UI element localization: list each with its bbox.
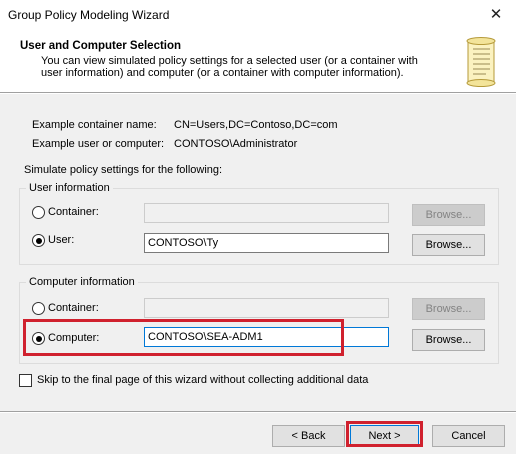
example-user-value: CONTOSO\Administrator	[174, 138, 298, 150]
computer-container-label: Container:	[48, 302, 99, 314]
user-container-browse-button: Browse...	[412, 204, 485, 226]
computer-container-radio[interactable]	[32, 302, 45, 315]
window-title: Group Policy Modeling Wizard	[8, 8, 170, 22]
user-radio[interactable]	[32, 234, 45, 247]
simulate-label: Simulate policy settings for the followi…	[24, 164, 223, 176]
example-container-label: Example container name:	[32, 119, 157, 131]
page-description: You can view simulated policy settings f…	[41, 55, 418, 79]
page-title: User and Computer Selection	[20, 40, 182, 52]
title-bar: Group Policy Modeling Wizard ✕	[0, 0, 516, 31]
computer-radio-label: Computer:	[48, 332, 100, 344]
close-icon[interactable]: ✕	[484, 4, 508, 26]
user-container-label: Container:	[48, 206, 99, 218]
user-information-legend: User information	[29, 182, 110, 194]
skip-checkbox[interactable]	[19, 374, 32, 387]
scroll-icon	[466, 37, 496, 87]
computer-field[interactable]: CONTOSO\SEA-ADM1	[144, 327, 389, 347]
example-container-value: CN=Users,DC=Contoso,DC=com	[174, 119, 338, 131]
footer-divider-highlight	[0, 412, 516, 413]
computer-information-legend: Computer information	[29, 276, 135, 288]
computer-radio[interactable]	[32, 332, 45, 345]
cancel-button[interactable]: Cancel	[432, 425, 505, 447]
header-divider	[0, 93, 516, 94]
computer-browse-button[interactable]: Browse...	[412, 329, 485, 351]
user-field[interactable]: CONTOSO\Ty	[144, 233, 389, 253]
computer-container-browse-button: Browse...	[412, 298, 485, 320]
wizard-header: User and Computer Selection You can view…	[0, 31, 516, 93]
skip-checkbox-label: Skip to the final page of this wizard wi…	[37, 374, 369, 386]
user-browse-button[interactable]: Browse...	[412, 234, 485, 256]
example-user-label: Example user or computer:	[32, 138, 165, 150]
user-radio-label: User:	[48, 234, 75, 246]
user-container-radio[interactable]	[32, 206, 45, 219]
user-container-field	[144, 203, 389, 223]
computer-container-field	[144, 298, 389, 318]
back-button[interactable]: < Back	[272, 425, 345, 447]
next-button[interactable]: Next >	[350, 425, 419, 447]
